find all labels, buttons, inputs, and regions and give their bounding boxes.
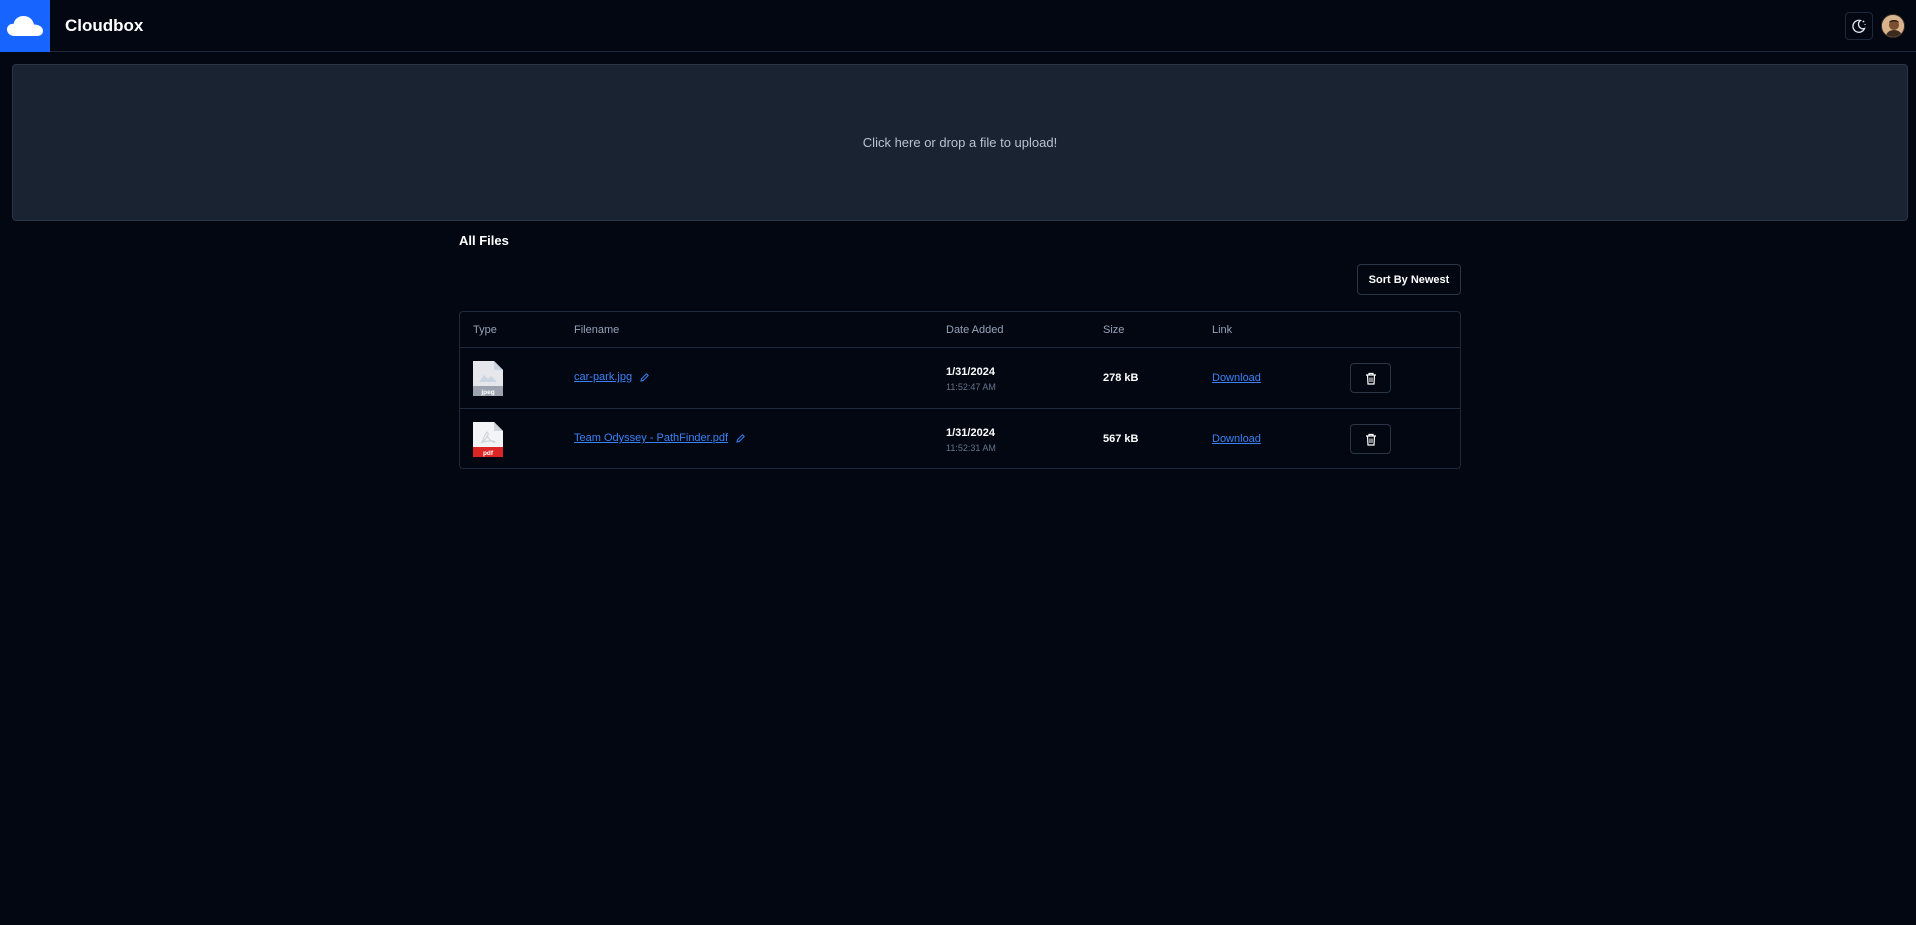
- table-row: jpeg car-park.jpg 1/31/2024 11:52:47 AM …: [460, 348, 1460, 409]
- section-title: All Files: [459, 233, 509, 248]
- app-title: Cloudbox: [65, 15, 144, 35]
- filename-link[interactable]: car-park.jpg: [574, 371, 632, 383]
- theme-toggle-icon: [1852, 19, 1866, 33]
- trash-icon: [1365, 372, 1376, 385]
- filename-link[interactable]: Team Odyssey - PathFinder.pdf: [574, 432, 728, 444]
- delete-button[interactable]: [1350, 424, 1391, 454]
- pencil-icon[interactable]: [639, 372, 650, 383]
- pdf-file-icon: pdf: [472, 421, 504, 458]
- download-link[interactable]: Download: [1212, 433, 1261, 445]
- file-size: 567 kB: [1103, 433, 1139, 445]
- date-added: 1/31/2024: [946, 366, 995, 378]
- cloud-icon: [7, 15, 43, 36]
- avatar-icon: [1882, 15, 1904, 37]
- svg-text:jpeg: jpeg: [480, 389, 494, 396]
- column-header-filename: Filename: [574, 324, 620, 336]
- column-header-size: Size: [1103, 324, 1125, 336]
- time-added: 11:52:47 AM: [946, 382, 996, 392]
- file-size: 278 kB: [1103, 372, 1139, 384]
- table-row: pdf Team Odyssey - PathFinder.pdf 1/31/2…: [460, 409, 1460, 470]
- files-table: Type Filename Date Added Size Link jpeg …: [459, 311, 1461, 469]
- filename-cell: Team Odyssey - PathFinder.pdf: [574, 432, 746, 444]
- column-header-link: Link: [1212, 324, 1233, 336]
- delete-button[interactable]: [1350, 363, 1391, 393]
- column-header-type: Type: [473, 324, 497, 336]
- download-link[interactable]: Download: [1212, 372, 1261, 384]
- logo[interactable]: [0, 0, 50, 52]
- trash-icon: [1365, 433, 1376, 446]
- svg-text:pdf: pdf: [483, 450, 494, 457]
- time-added: 11:52:31 AM: [946, 443, 996, 453]
- theme-toggle-button[interactable]: [1845, 12, 1873, 40]
- top-bar: Cloudbox: [0, 0, 1916, 52]
- pencil-icon[interactable]: [735, 433, 746, 444]
- upload-prompt: Click here or drop a file to upload!: [862, 135, 1058, 150]
- sort-button[interactable]: Sort By Newest: [1357, 264, 1461, 295]
- column-header-date-added: Date Added: [946, 324, 1004, 336]
- user-avatar[interactable]: [1881, 14, 1905, 38]
- filename-cell: car-park.jpg: [574, 371, 650, 383]
- date-added: 1/31/2024: [946, 427, 995, 439]
- upload-dropzone[interactable]: Click here or drop a file to upload!: [12, 64, 1908, 221]
- jpeg-file-icon: jpeg: [472, 360, 504, 397]
- table-header: Type Filename Date Added Size Link: [460, 312, 1460, 348]
